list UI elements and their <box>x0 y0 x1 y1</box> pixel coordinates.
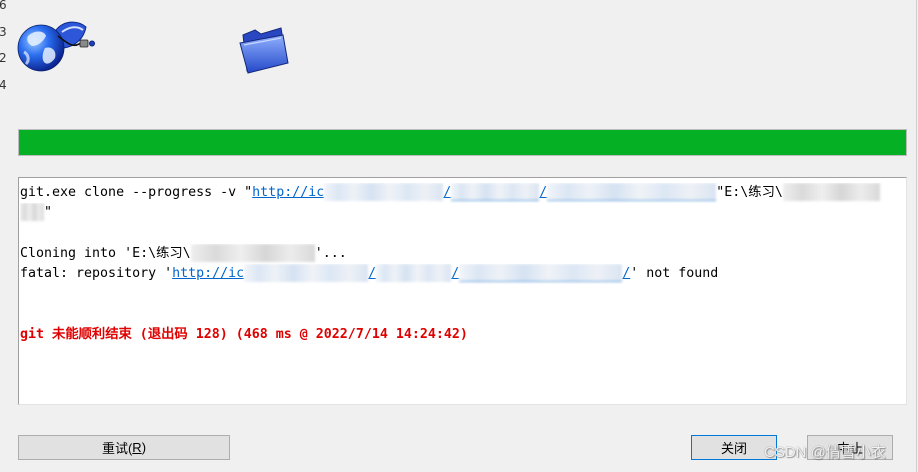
log-text: ' not found <box>630 266 719 282</box>
abort-label: 中止 <box>836 441 863 456</box>
redacted-text <box>782 183 880 201</box>
log-text: "E:\练习\ <box>716 185 783 200</box>
log-text: " <box>44 205 53 221</box>
log-line-command-wrap: " <box>20 203 906 223</box>
log-line-fatal: fatal: repository 'http://ic / //' not fou… <box>20 264 906 284</box>
link-text: / <box>368 266 377 282</box>
log-text: fatal: repository ' <box>20 266 173 282</box>
retry-hotkey: R <box>132 440 142 455</box>
redacted-text <box>547 183 717 201</box>
log-line-blank <box>20 224 906 244</box>
output-log[interactable]: git.exe clone --progress -v "http://ic / /… <box>18 177 907 405</box>
log-line-command: git.exe clone --progress -v "http://ic / /… <box>20 183 906 203</box>
close-button[interactable]: 关闭 <box>691 435 777 460</box>
link-text: / <box>451 266 460 282</box>
network-globe-icon <box>17 21 96 72</box>
edge-digit: 2 <box>0 51 6 66</box>
link-text: http://ic <box>172 266 245 282</box>
edge-digit: 4 <box>0 78 6 93</box>
abort-button[interactable]: 中止 <box>807 435 893 460</box>
log-line-blank <box>20 284 906 304</box>
redacted-text <box>244 264 369 283</box>
redacted-text <box>190 243 315 262</box>
redacted-text <box>324 183 444 201</box>
log-line-cloning: Cloning into 'E:\练习\ '... <box>20 243 906 264</box>
repository-link[interactable]: http://ic / / / <box>172 264 630 283</box>
repository-link[interactable]: http://ic / / <box>252 183 717 201</box>
log-text: git.exe clone --progress -v " <box>20 185 253 200</box>
retry-label: 重试( <box>101 441 133 456</box>
edge-digit: 6 <box>0 0 6 12</box>
link-text: http://ic <box>252 185 325 200</box>
redacted-text <box>20 203 44 222</box>
redacted-text <box>376 264 452 283</box>
link-text: / <box>539 185 548 200</box>
log-text: Cloning into 'E:\练习\ <box>20 245 191 261</box>
redacted-text <box>451 183 540 201</box>
error-line: git 未能顺利结束 (退出码 128) (468 ms @ 2022/7/14… <box>20 327 468 343</box>
log-line-blank <box>20 305 906 325</box>
clone-progress-bar <box>18 129 907 156</box>
window-right-border <box>916 0 917 472</box>
retry-button[interactable]: 重试(R) <box>18 435 230 460</box>
retry-label-end: ) <box>141 440 147 455</box>
link-text: / <box>443 185 452 200</box>
folder-icon <box>239 27 289 74</box>
edge-digit: 3 <box>0 24 6 39</box>
redacted-text <box>459 264 623 283</box>
close-label: 关闭 <box>720 441 747 456</box>
background-window-digits: 6 3 2 4 <box>0 0 6 99</box>
progress-fill <box>19 130 906 155</box>
log-text: '... <box>314 245 347 261</box>
